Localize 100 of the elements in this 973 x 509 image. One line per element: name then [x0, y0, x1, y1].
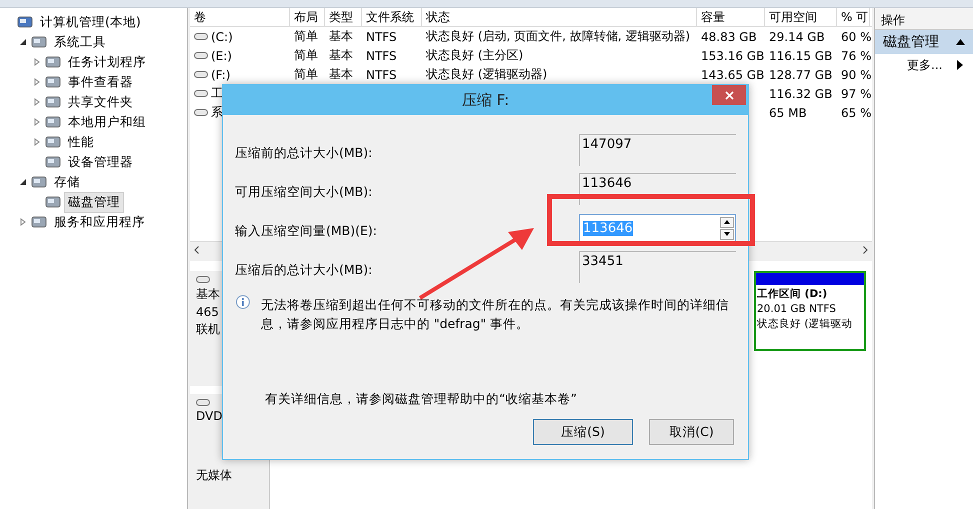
table-cell: 116.15 GB [769, 48, 832, 62]
close-icon [724, 90, 734, 100]
folder-icon [45, 154, 61, 170]
collapsed-arrow-icon[interactable] [33, 78, 41, 86]
table-cell: 简单 [294, 28, 318, 45]
scroll-right-icon[interactable] [863, 246, 868, 254]
drive-icon [194, 108, 208, 117]
collapsed-arrow-icon[interactable] [33, 98, 41, 106]
tree-item[interactable]: 设备管理器 [64, 152, 137, 172]
table-cell: 基本 [329, 66, 353, 83]
partition-name: 工作区间 (D:) [757, 287, 828, 301]
disk-info-text: 联机 [196, 321, 221, 338]
table-cell: (F:) [211, 68, 230, 82]
table-cell: 128.77 GB [769, 68, 832, 82]
folder-icon [45, 194, 61, 210]
info-text: 无法将卷压缩到超出任何不可移动的文件所在的点。有关完成该操作时间的详细信息，请参阅应用程序日志中的 "defrag" 事件。 [260, 296, 730, 333]
table-cell: 97 % [841, 86, 872, 100]
expanded-arrow-icon[interactable] [19, 38, 27, 46]
disk-info-text: DVD [196, 409, 224, 423]
submenu-arrow-icon [957, 60, 963, 70]
column-header[interactable]: 类型 [325, 8, 362, 26]
collapsed-arrow-icon[interactable] [33, 118, 41, 126]
folder-icon [45, 54, 61, 70]
column-header[interactable]: 可用空间 [765, 8, 837, 26]
drive-icon [194, 70, 208, 79]
disk-media-text: 无媒体 [196, 467, 233, 484]
folder-icon [31, 174, 47, 190]
down-arrow-icon [724, 232, 730, 236]
scroll-left-icon[interactable] [194, 246, 199, 254]
folder-icon [45, 94, 61, 110]
column-header[interactable]: 卷 [190, 8, 290, 26]
table-cell: 48.83 GB [701, 30, 757, 44]
table-cell: 116.32 GB [769, 86, 832, 100]
table-cell: 简单 [294, 47, 318, 64]
folder-icon [31, 214, 47, 230]
folder-icon [45, 134, 61, 150]
column-header[interactable]: 容量 [697, 8, 765, 26]
table-cell: 65 % [841, 106, 872, 120]
column-header[interactable]: % 可 [837, 8, 870, 26]
table-cell: 状态良好 (启动, 页面文件, 故障转储, 逻辑驱动器) [426, 28, 690, 45]
table-cell: 系 [211, 104, 223, 121]
table-cell: (E:) [211, 48, 232, 62]
action-item[interactable]: 更多... [875, 54, 973, 76]
tree-item[interactable]: 本地用户和组 [64, 112, 150, 132]
partition-status: 状态良好 (逻辑驱动 [757, 317, 854, 331]
drive-icon [194, 32, 208, 41]
disk-info-text: 465 [196, 305, 220, 319]
column-header[interactable]: 文件系统 [362, 8, 422, 26]
help-text: 有关详细信息，请参阅磁盘管理帮助中的“收缩基本卷” [265, 391, 578, 408]
collapsed-arrow-icon[interactable] [19, 218, 27, 226]
table-cell: 工 [211, 85, 223, 102]
drive-icon [194, 89, 208, 98]
column-header[interactable]: 布局 [290, 8, 325, 26]
partition-size: 20.01 GB NTFS [757, 303, 837, 315]
actions-section[interactable]: 磁盘管理 [875, 30, 973, 54]
table-cell: 状态良好 (主分区) [426, 47, 524, 64]
collapsed-arrow-icon[interactable] [33, 58, 41, 66]
folder-icon [17, 14, 33, 30]
field-label: 压缩前的总计大小(MB): [235, 145, 372, 162]
tree-item[interactable]: 计算机管理(本地) [36, 12, 145, 32]
tree-item[interactable]: 系统工具 [50, 32, 110, 52]
table-cell: (C:) [211, 30, 233, 44]
close-button[interactable] [712, 85, 746, 105]
table-cell: NTFS [366, 68, 397, 82]
table-cell: 65 MB [769, 106, 807, 120]
field-label: 输入压缩空间量(MB)(E): [235, 223, 377, 240]
table-cell: NTFS [366, 30, 397, 44]
cancel-button[interactable]: 取消(C) [649, 419, 734, 445]
folder-icon [45, 114, 61, 130]
drive-icon [194, 51, 208, 60]
tree-item[interactable]: 存储 [50, 172, 84, 192]
field-label: 可用压缩空间大小(MB): [235, 184, 372, 201]
readonly-value-field: 33451 [579, 251, 736, 283]
up-arrow-icon [724, 220, 730, 224]
table-cell: 基本 [329, 28, 353, 45]
drive-icon [196, 398, 210, 407]
table-cell: 29.14 GB [769, 30, 825, 44]
tree-item[interactable]: 事件查看器 [64, 72, 137, 92]
column-header[interactable]: 状态 [422, 8, 697, 26]
shrink-button[interactable]: 压缩(S) [533, 419, 633, 445]
info-icon [235, 295, 251, 311]
partition-block[interactable]: 工作区间 (D:) 20.01 GB NTFS 状态良好 (逻辑驱动 [754, 271, 866, 351]
expanded-arrow-icon[interactable] [19, 178, 27, 186]
table-cell: 76 % [841, 48, 872, 62]
actions-header: 操作 [875, 8, 973, 30]
tree-item[interactable]: 共享文件夹 [64, 92, 137, 112]
spin-down-button[interactable] [720, 228, 734, 240]
spin-up-button[interactable] [720, 216, 734, 228]
folder-icon [45, 74, 61, 90]
table-cell: 143.65 GB [701, 68, 764, 82]
collapse-arrow-icon [956, 39, 965, 45]
disk-info-text: 基本 [196, 286, 221, 303]
collapsed-arrow-icon[interactable] [33, 138, 41, 146]
tree-item[interactable]: 磁盘管理 [64, 192, 124, 212]
tree-item[interactable]: 任务计划程序 [64, 52, 150, 72]
table-cell: 60 % [841, 30, 872, 44]
tree-item[interactable]: 服务和应用程序 [50, 212, 149, 232]
tree-item[interactable]: 性能 [64, 132, 98, 152]
dialog-title: 压缩 F: [462, 90, 510, 110]
drive-icon [196, 275, 210, 284]
